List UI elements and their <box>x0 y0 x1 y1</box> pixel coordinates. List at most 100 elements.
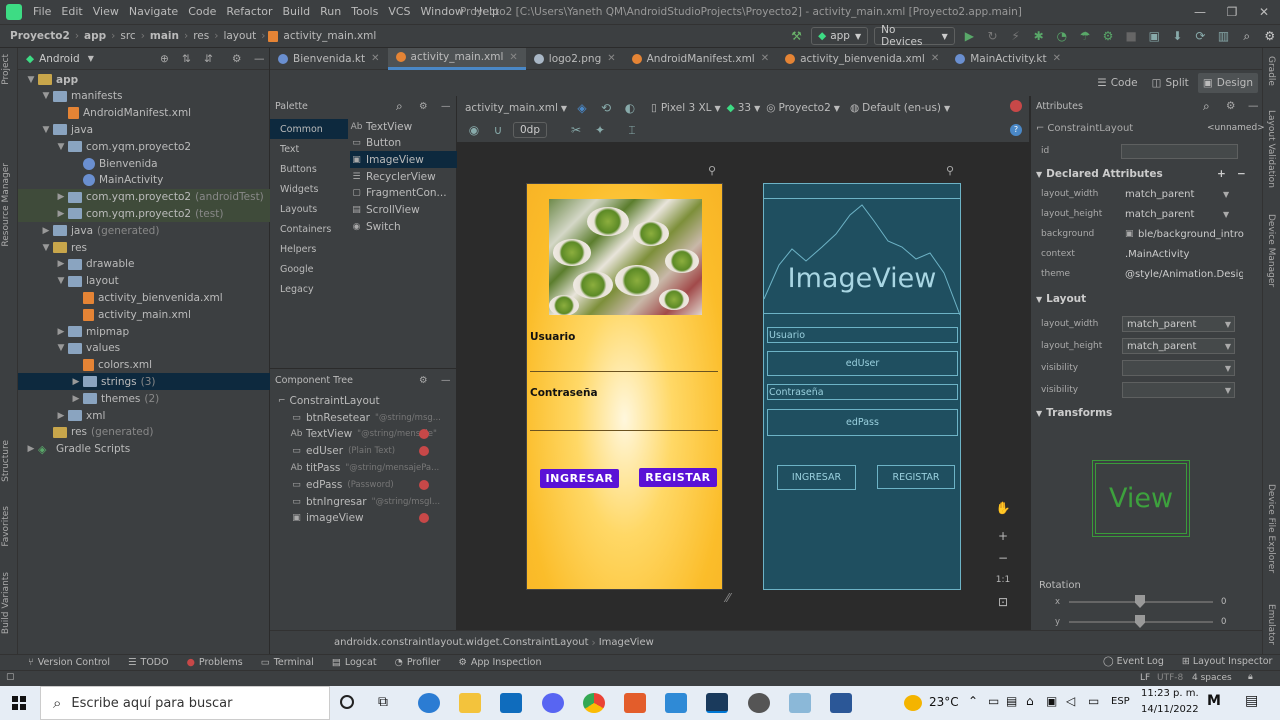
search-icon[interactable]: ⌕ <box>1203 99 1210 114</box>
blueprint-edpass[interactable]: edPass <box>767 409 958 436</box>
device-file-explorer-tool-tab[interactable]: Device File Explorer <box>1266 484 1276 573</box>
attribute-value[interactable]: ble/background_intro <box>1138 229 1256 240</box>
tree-node[interactable]: ▼ app <box>18 71 270 88</box>
chrome-icon[interactable] <box>583 693 605 713</box>
coverage-icon[interactable]: ☂ <box>1076 27 1093 45</box>
tree-node[interactable]: ▶ drawable <box>18 256 270 273</box>
blueprint-registar-button[interactable]: REGISTAR <box>877 465 955 489</box>
panel-settings-icon[interactable]: ⚙ <box>232 53 241 65</box>
pass-underline[interactable] <box>530 430 718 431</box>
tray-icon[interactable]: ▭ <box>988 694 999 708</box>
blueprint-preview[interactable]: ImageView Usuario edUser Contraseña edPa… <box>763 183 961 590</box>
xampp-icon[interactable] <box>624 693 646 713</box>
menu-vcs[interactable]: VCS <box>383 0 415 24</box>
remove-attribute-icon[interactable]: − <box>1237 168 1246 180</box>
breadcrumb-item[interactable]: Proyecto2 <box>8 30 72 42</box>
breadcrumb-item[interactable]: layout <box>221 30 258 42</box>
design-surface-icon[interactable]: ◈ <box>573 99 591 117</box>
chevron-down-icon[interactable]: ▼ <box>56 142 66 152</box>
menu-refactor[interactable]: Refactor <box>221 0 277 24</box>
cortana-icon[interactable] <box>340 695 354 709</box>
avd-icon[interactable]: ▥ <box>1215 27 1232 45</box>
error-icon[interactable] <box>419 479 429 490</box>
expand-all-icon[interactable]: ⇅ <box>182 53 191 65</box>
lock-icon[interactable]: 🔒︎ <box>1248 672 1253 682</box>
word-icon[interactable] <box>830 693 852 713</box>
display-icon[interactable]: ▣ <box>1046 694 1057 708</box>
search-icon[interactable]: ⌕ <box>396 99 403 114</box>
guidelines-icon[interactable]: ⌶ <box>623 121 641 139</box>
editor-tab[interactable]: Bienvenida.kt ✕ <box>270 48 388 70</box>
project-tool-tab[interactable]: Project <box>1 54 11 85</box>
chevron-right-icon[interactable]: ▶ <box>56 411 66 421</box>
clock-date[interactable]: 14/11/2022 <box>1141 704 1199 715</box>
build-variants-tool-tab[interactable]: Build Variants <box>1 572 11 634</box>
notes-icon[interactable]: M <box>1207 693 1221 709</box>
debug-icon[interactable]: ✱ <box>1030 27 1047 45</box>
component-tree-item[interactable]: ▭ edUser (Plain Text) <box>270 443 457 460</box>
layout-validation-tool-tab[interactable]: Layout Validation <box>1266 110 1276 188</box>
close-tab-icon[interactable]: ✕ <box>931 53 939 64</box>
temperature[interactable]: 23°C <box>929 695 959 709</box>
project-view-selector[interactable]: Android <box>39 53 80 65</box>
breadcrumb-item[interactable]: activity_main.xml <box>281 30 378 42</box>
structure-tool-tab[interactable]: Structure <box>1 440 11 482</box>
chevron-up-icon[interactable]: ⌃ <box>968 694 978 708</box>
zoom-actual-size[interactable]: 1:1 <box>991 570 1015 590</box>
code-mode-button[interactable]: ☰ Code <box>1092 73 1142 93</box>
discord-icon[interactable] <box>542 693 564 713</box>
tree-node[interactable]: ▶ ◈ Gradle Scripts <box>18 441 270 458</box>
chevron-down-icon[interactable]: ▼ <box>1223 210 1229 219</box>
chevron-down-icon[interactable]: ▼ <box>56 343 66 353</box>
menu-tools[interactable]: Tools <box>346 0 383 24</box>
menu-build[interactable]: Build <box>278 0 316 24</box>
tree-node[interactable]: ▶ com.yqm.proyecto2 (test) <box>18 205 270 223</box>
close-tab-icon[interactable]: ✕ <box>1053 53 1061 64</box>
palette-settings-icon[interactable]: ⚙ <box>419 101 428 112</box>
breadcrumb-item[interactable]: src <box>118 30 137 42</box>
chevron-down-icon[interactable]: ▼ <box>41 125 51 135</box>
user-underline[interactable] <box>530 371 718 372</box>
breadcrumb-constraintlayout[interactable]: androidx.constraintlayout.widget.Constra… <box>334 637 589 648</box>
api-dropdown[interactable]: ◆ 33 ▼ <box>727 102 761 114</box>
language-indicator[interactable]: ESP <box>1111 696 1130 707</box>
search-icon[interactable]: ⌕ <box>1238 27 1255 45</box>
run-config-dropdown[interactable]: ◆ app ▼ <box>811 27 869 45</box>
eye-icon[interactable]: ◉ <box>465 121 483 139</box>
run-icon[interactable]: ▶ <box>961 27 978 45</box>
menu-code[interactable]: Code <box>183 0 221 24</box>
night-mode-icon[interactable]: ◐ <box>621 99 639 117</box>
palette-item[interactable]: Ab TextView <box>350 118 457 135</box>
design-canvas[interactable]: ⚲ ⚲ Usuario Contraseña INGRESAR REGISTAR… <box>457 142 1029 630</box>
component-tree-item[interactable]: ▭ btnResetear "@string/msg... <box>270 409 457 426</box>
tree-node[interactable]: res (generated) <box>18 424 270 441</box>
pin-icon[interactable]: ⚲ <box>946 164 954 177</box>
breadcrumb-item[interactable]: res <box>191 30 211 42</box>
hide-tree-icon[interactable]: — <box>441 375 451 386</box>
maximize-icon[interactable]: ❐ <box>1216 0 1248 24</box>
weather-icon[interactable] <box>904 695 922 711</box>
breadcrumb-imageview[interactable]: ImageView <box>599 637 654 648</box>
tool-window-button[interactable]: ◔ Profiler <box>395 657 441 668</box>
chevron-down-icon[interactable]: ▼ <box>56 276 66 286</box>
attr-settings-icon[interactable]: ⚙ <box>1226 100 1235 112</box>
resource-manager-tool-tab[interactable]: Resource Manager <box>1 163 11 247</box>
attribute-value[interactable]: @style/Animation.Desigr <box>1125 269 1243 280</box>
tree-node[interactable]: ▼ java <box>18 121 270 138</box>
tree-node[interactable]: ▶ com.yqm.proyecto2 (androidTest) <box>18 188 270 206</box>
apply-changes-icon[interactable]: ⚡ <box>1007 27 1024 45</box>
tree-node[interactable]: MainActivity <box>18 172 270 189</box>
add-attribute-icon[interactable]: + <box>1217 168 1226 180</box>
chevron-right-icon[interactable]: ▶ <box>56 192 66 202</box>
collapse-all-icon[interactable]: ⇵ <box>204 53 213 65</box>
tree-node[interactable]: ▼ res <box>18 239 270 256</box>
device-dropdown-preview[interactable]: ▯ Pixel 3 XL ▼ <box>651 102 721 114</box>
chevron-right-icon[interactable]: ▶ <box>56 259 66 269</box>
component-tree-item[interactable]: ▣ imageView <box>270 510 457 527</box>
volume-icon[interactable]: ◁ <box>1066 694 1075 708</box>
pan-icon[interactable]: ✋ <box>991 498 1015 518</box>
food-image[interactable] <box>549 199 702 315</box>
zoom-in-icon[interactable]: + <box>991 526 1015 546</box>
chevron-right-icon[interactable]: ▶ <box>56 327 66 337</box>
menu-navigate[interactable]: Navigate <box>124 0 183 24</box>
